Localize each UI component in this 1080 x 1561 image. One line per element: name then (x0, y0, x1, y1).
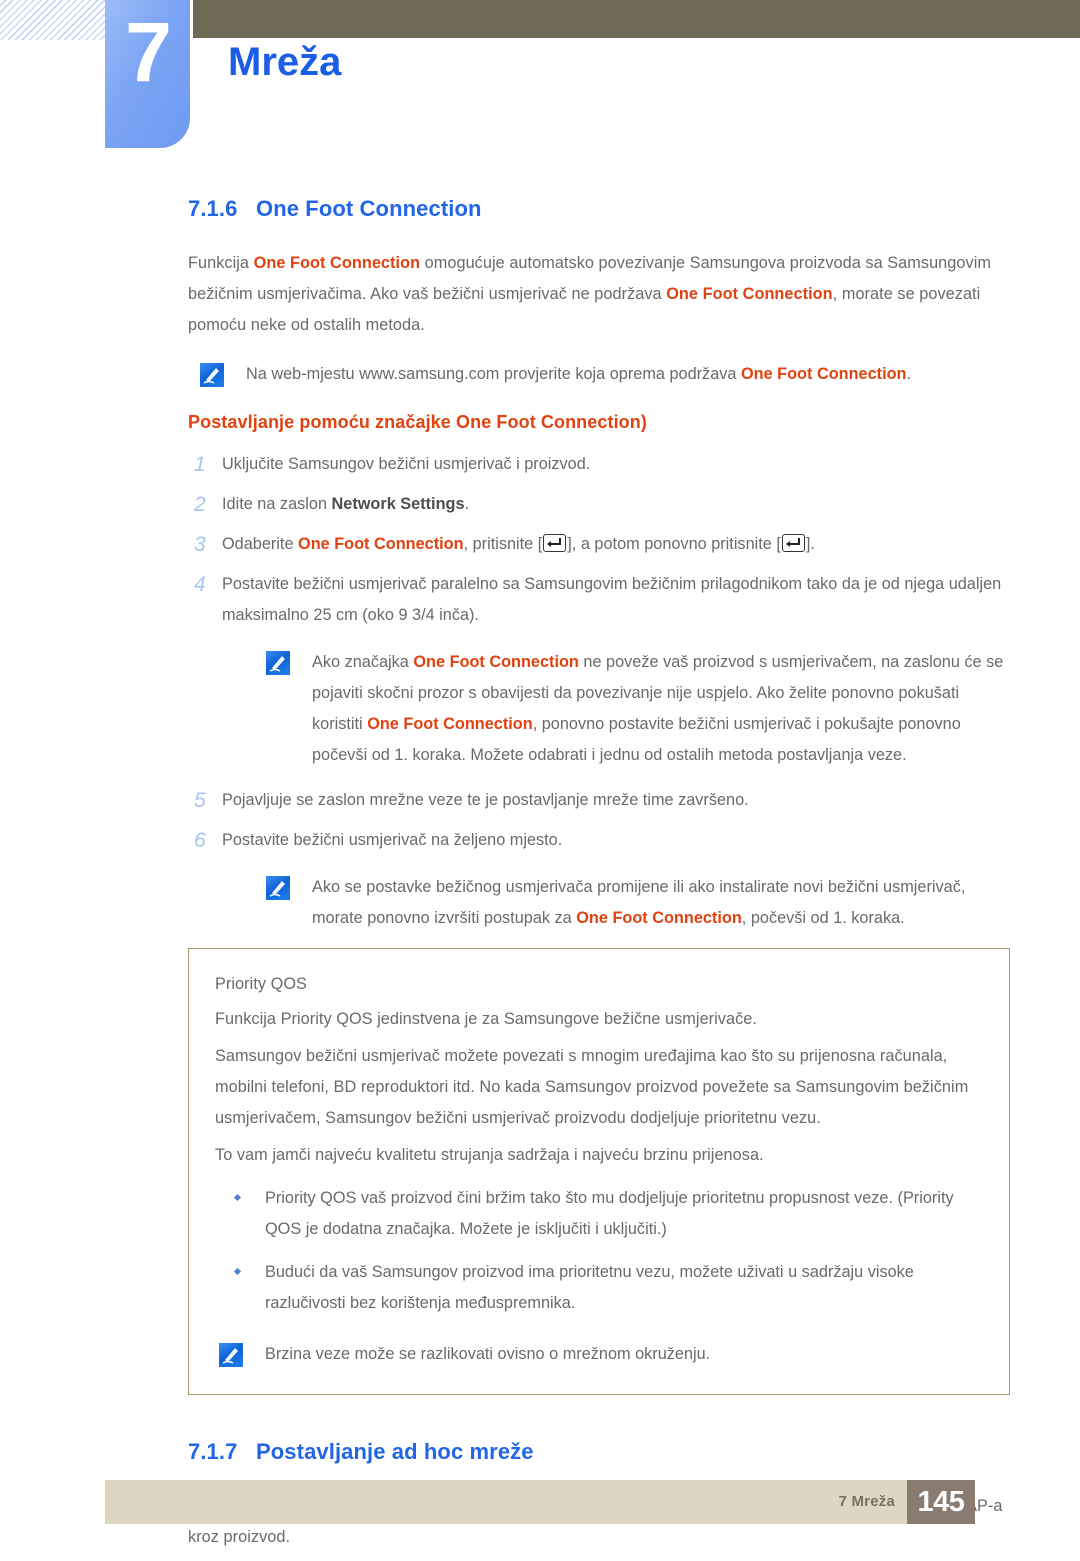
note-text-1: Na web-mjestu www.samsung.com provjerite… (246, 359, 1010, 390)
step-4-number: 4 (194, 573, 206, 596)
subheading-setup: Postavljanje pomoću značajke One Foot Co… (188, 412, 647, 432)
qos-paragraph-2: Samsungov bežični usmjerivač možete pove… (215, 1047, 969, 1127)
step-1: 1 Uključite Samsungov bežični usmjerivač… (188, 449, 1010, 480)
intro-highlight-1: One Foot Connection (253, 254, 421, 272)
note-pencil-icon (266, 876, 290, 900)
step-3-text-a: Odaberite (222, 535, 299, 553)
note-row-3: Ako se postavke bežičnog usmjerivača pro… (188, 872, 1010, 934)
note-text-3: Ako se postavke bežičnog usmjerivača pro… (312, 872, 1010, 934)
qos-bullet-2: Budući da vaš Samsungov proizvod ima pri… (215, 1257, 983, 1319)
qos-note-text: Brzina veze može se razlikovati ovisno o… (265, 1345, 711, 1363)
intro-paragraph: Funkcija One Foot Connection omogućuje a… (188, 248, 1010, 341)
qos-box-title: Priority QOS (215, 975, 307, 993)
note3-highlight: One Foot Connection (576, 909, 742, 927)
step-4: 4 Postavite bežični usmjerivač paralelno… (188, 569, 1010, 631)
step-3-text-b: , pritisnite [ (463, 535, 543, 553)
footer-page-number: 145 (907, 1480, 975, 1524)
qos-note-row: Brzina veze može se razlikovati ovisno o… (215, 1339, 983, 1370)
step-6-number: 6 (194, 829, 206, 852)
chapter-header: 7 Mreža (0, 0, 1080, 180)
enter-key-icon-1 (543, 534, 567, 552)
note2-text-a: Ako značajka (312, 653, 414, 671)
qos-paragraph-3: To vam jamči najveću kvalitetu strujanja… (215, 1146, 764, 1164)
intro-text-a: Funkcija (188, 254, 254, 272)
note1-highlight: One Foot Connection (740, 365, 907, 383)
step-1-number: 1 (194, 453, 206, 476)
step-3-text-d: ]. (805, 535, 815, 553)
step-4-text: Postavite bežični usmjerivač paralelno s… (222, 575, 1002, 624)
qos-bullet-2-text: Budući da vaš Samsungov proizvod ima pri… (265, 1263, 914, 1312)
step-2-number: 2 (194, 493, 206, 516)
step-2-highlight: Network Settings (331, 495, 465, 513)
step-6: 6 Postavite bežični usmjerivač na željen… (188, 825, 1010, 856)
step-2: 2 Idite na zaslon Network Settings. (188, 489, 1010, 520)
step-5-number: 5 (194, 789, 206, 812)
priority-qos-box: Priority QOS Funkcija Priority QOS jedin… (188, 948, 1010, 1395)
step-5: 5 Pojavljuje se zaslon mrežne veze te je… (188, 785, 1010, 816)
step-2-text: Idite na zaslon Network Settings. (222, 489, 1010, 520)
note-pencil-icon (266, 651, 290, 675)
step-3-text-c: ], a potom ponovno pritisnite [ (567, 535, 781, 553)
intro-highlight-2: One Foot Connection (666, 285, 833, 303)
section-title-716: One Foot Connection (256, 196, 482, 221)
note2-highlight-2: One Foot Connection (367, 715, 533, 733)
note-row-1: Na web-mjestu www.samsung.com provjerite… (188, 359, 1010, 390)
note-pencil-icon (200, 363, 224, 387)
section-heading-717: 7.1.7 Postavljanje ad hoc mreže (188, 1439, 1010, 1465)
chapter-number: 7 (125, 5, 172, 99)
section-number-716: 7.1.6 (188, 196, 238, 221)
step-3: 3 Odaberite One Foot Connection, pritisn… (188, 529, 1010, 560)
page-footer: 7 Mreža 145 (105, 1480, 975, 1524)
bullet-diamond-icon (231, 1183, 265, 1214)
qos-paragraph-1: Funkcija Priority QOS jedinstvena je za … (215, 1010, 757, 1028)
step-5-text: Pojavljuje se zaslon mrežne veze te je p… (222, 791, 749, 809)
step-3-highlight: One Foot Connection (298, 535, 464, 553)
step-3-number: 3 (194, 533, 206, 556)
note1-text-b: . (906, 365, 912, 383)
page-content: 7.1.6 One Foot Connection Funkcija One Fo… (0, 196, 1080, 1561)
section-number-717: 7.1.7 (188, 1439, 238, 1464)
step-2-text-b: . (464, 495, 470, 513)
step-6-text: Postavite bežični usmjerivač na željeno … (222, 831, 563, 849)
hatch-pattern-decoration (0, 0, 108, 40)
step-3-text: Odaberite One Foot Connection, pritisnit… (222, 529, 1010, 560)
note-row-2: Ako značajka One Foot Connection ne pove… (188, 647, 1010, 771)
bullet-diamond-icon (231, 1257, 265, 1288)
footer-chapter-label: 7 Mreža (838, 1493, 895, 1510)
note1-text-a: Na web-mjestu www.samsung.com provjerite… (246, 365, 741, 383)
qos-bullet-1-text: Priority QOS vaš proizvod čini bržim tak… (265, 1189, 954, 1238)
note3-text-b: , počevši od 1. koraka. (741, 909, 905, 927)
note2-highlight-1: One Foot Connection (413, 653, 579, 671)
enter-key-icon-2 (781, 534, 805, 552)
header-olive-bar (193, 0, 1080, 38)
note-text-2: Ako značajka One Foot Connection ne pove… (312, 647, 1010, 771)
section-heading-716: 7.1.6 One Foot Connection (188, 196, 1010, 222)
note-pencil-icon (219, 1343, 243, 1367)
step-2-text-a: Idite na zaslon (222, 495, 332, 513)
step-1-text: Uključite Samsungov bežični usmjerivač i… (222, 455, 591, 473)
chapter-title: Mreža (228, 40, 342, 84)
section-title-717: Postavljanje ad hoc mreže (256, 1439, 534, 1464)
qos-bullet-1: Priority QOS vaš proizvod čini bržim tak… (215, 1183, 983, 1245)
chapter-number-tab: 7 (105, 0, 190, 148)
